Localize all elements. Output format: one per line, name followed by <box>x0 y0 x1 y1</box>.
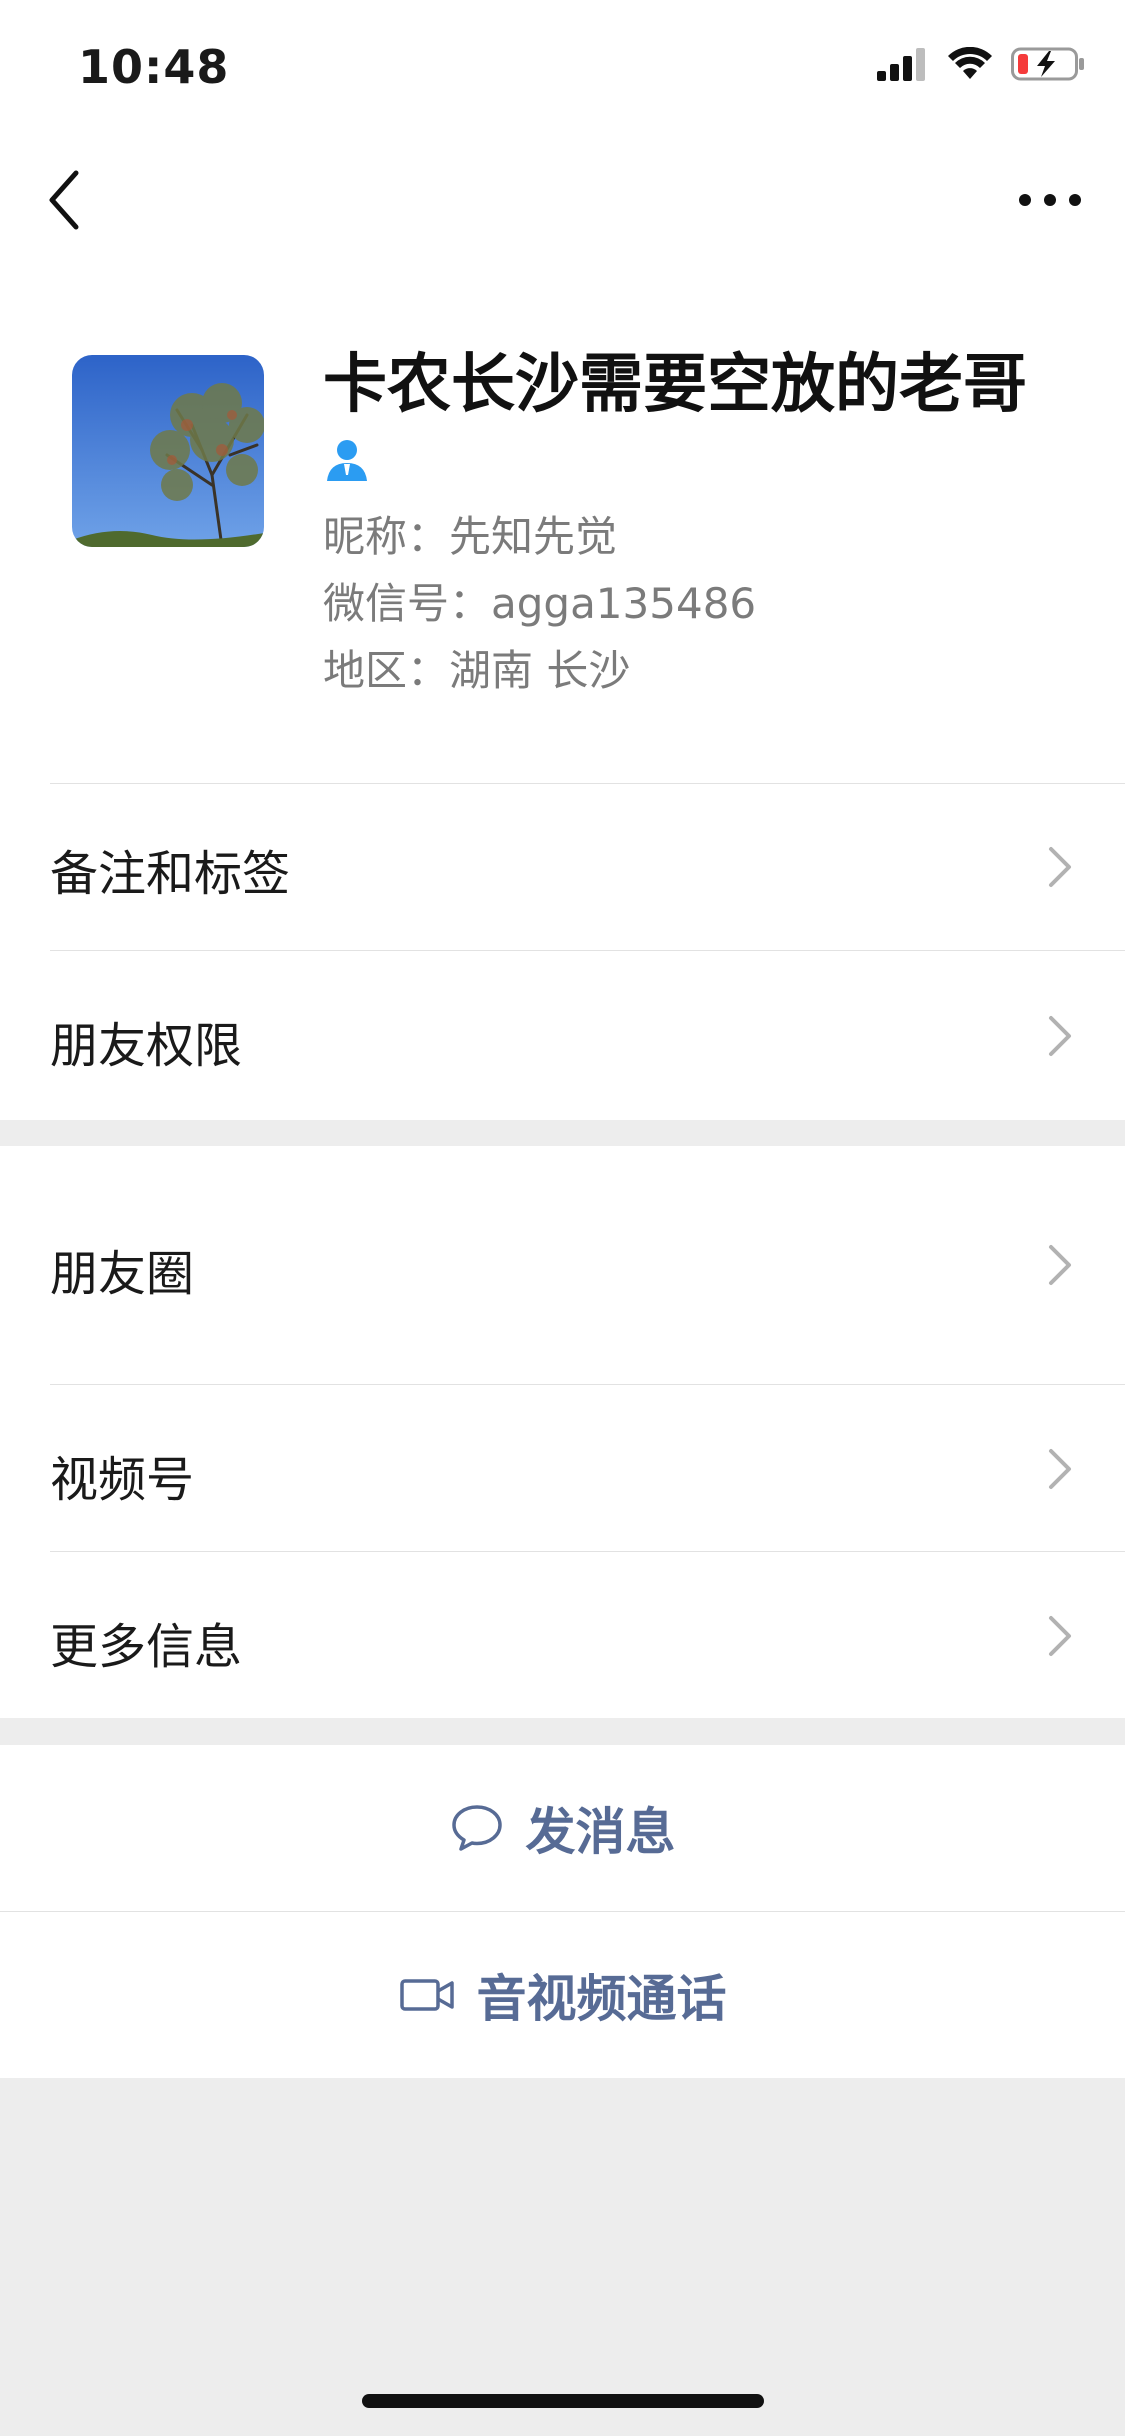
region-value: 湖南 长沙 <box>449 646 631 695</box>
row-moments[interactable]: 朋友圈 <box>0 1146 1125 1384</box>
more-button[interactable] <box>1015 175 1085 225</box>
row-label: 更多信息 <box>50 1619 243 1675</box>
row-friend-permissions[interactable]: 朋友权限 <box>0 951 1125 1117</box>
wechat-id-value[interactable]: agga135486 <box>491 579 756 628</box>
chat-bubble-icon <box>451 1805 502 1851</box>
row-label: 视频号 <box>50 1452 195 1508</box>
nickname-line: 昵称：先知先觉 <box>323 503 617 564</box>
nickname-value: 先知先觉 <box>449 512 618 561</box>
nickname-label: 昵称： <box>323 512 450 561</box>
chevron-right-icon <box>1049 847 1071 887</box>
person-icon <box>327 440 367 481</box>
status-icons <box>877 46 1085 82</box>
back-button[interactable] <box>40 165 90 235</box>
chevron-right-icon <box>1049 1245 1071 1285</box>
audio-video-call-label: 音视频通话 <box>476 1970 727 2028</box>
row-label: 备注和标签 <box>50 846 291 902</box>
region-label: 地区： <box>323 646 450 695</box>
chevron-right-icon <box>1049 1016 1071 1056</box>
row-label: 朋友圈 <box>50 1246 195 1302</box>
row-remarks-tags[interactable]: 备注和标签 <box>0 784 1125 950</box>
send-message-button[interactable]: 发消息 <box>0 1745 1125 1911</box>
remark-name: 卡农长沙需要空放的老哥 <box>323 348 1027 422</box>
wifi-icon <box>948 47 992 79</box>
signal-icon <box>877 48 925 81</box>
battery-icon <box>1011 47 1084 81</box>
status-time: 10:48 <box>78 40 230 94</box>
audio-video-call-button[interactable]: 音视频通话 <box>0 1912 1125 2078</box>
chevron-right-icon <box>1049 1449 1071 1489</box>
wechat-id-line: 微信号：agga135486 <box>323 570 756 631</box>
wechat-id-label: 微信号： <box>323 579 492 628</box>
video-camera-icon <box>399 1979 454 2011</box>
contact-profile-screen: 10:48 卡农长沙需要空放的老哥 昵称：先知先觉 微信号：agga135486… <box>0 0 1125 2436</box>
avatar[interactable] <box>72 355 264 547</box>
chevron-right-icon <box>1049 1616 1071 1656</box>
row-channels[interactable]: 视频号 <box>0 1385 1125 1551</box>
row-more-info[interactable]: 更多信息 <box>0 1552 1125 1718</box>
region-line: 地区：湖南 长沙 <box>323 637 630 698</box>
row-label: 朋友权限 <box>50 1018 243 1074</box>
send-message-label: 发消息 <box>525 1803 676 1861</box>
home-indicator[interactable] <box>362 2394 764 2408</box>
